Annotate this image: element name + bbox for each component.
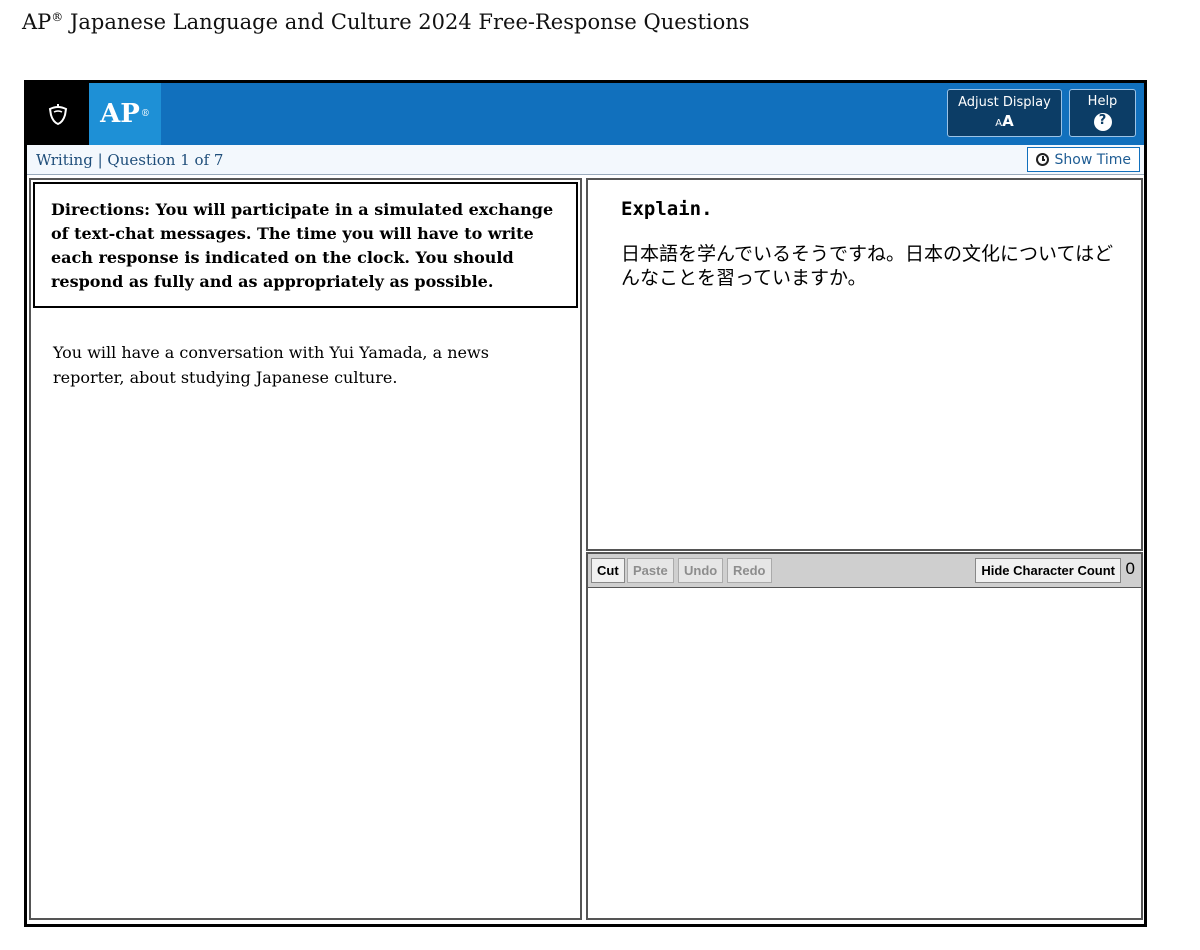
ap-logo-text: AP [100, 99, 140, 129]
adjust-display-label: Adjust Display [958, 95, 1051, 111]
editor-toolbar: Cut Paste Undo Redo Hide Character Count… [586, 552, 1143, 588]
conversation-intro: You will have a conversation with Yui Ya… [53, 343, 489, 387]
registered-mark: ® [51, 10, 64, 24]
question-status-bar: Writing | Question 1 of 7 Show Time [27, 145, 1144, 175]
ap-logo-mark: ® [140, 109, 150, 119]
redo-button[interactable]: Redo [727, 558, 772, 583]
document-title-ap: AP [22, 10, 52, 34]
help-label: Help [1087, 94, 1118, 110]
undo-button[interactable]: Undo [678, 558, 724, 583]
show-time-label: Show Time [1054, 151, 1132, 168]
directions-panel: Directions: You will participate in a si… [29, 178, 582, 920]
cut-button[interactable]: Cut [591, 558, 625, 583]
section-name: Writing [36, 151, 93, 169]
exam-window: AP ® Adjust Display AA Help ? Writing | Q… [24, 80, 1147, 927]
document-title: AP® Japanese Language and Culture 2024 F… [22, 10, 750, 34]
hide-character-count-button[interactable]: Hide Character Count [975, 558, 1121, 583]
text-size-icon: AA [995, 112, 1014, 131]
document-title-text: Japanese Language and Culture 2024 Free-… [63, 10, 750, 34]
prompt-question: 日本語を学んでいるそうですね。日本の文化についてはどんなことを習っていますか。 [621, 243, 1114, 289]
task-label: Explain. [621, 198, 713, 220]
character-count: 0 [1125, 559, 1135, 578]
header-bar: AP ® Adjust Display AA Help ? [27, 83, 1144, 145]
question-progress: Writing | Question 1 of 7 [36, 151, 224, 169]
paste-button[interactable]: Paste [627, 558, 674, 583]
ap-logo: AP ® [89, 83, 161, 145]
prompt-panel: Explain. 日本語を学んでいるそうですね。日本の文化についてはどんなことを… [586, 178, 1143, 551]
clock-icon [1035, 153, 1049, 166]
college-board-logo [27, 83, 89, 145]
response-textarea[interactable] [586, 588, 1143, 920]
question-circle-icon: ? [1093, 112, 1112, 131]
question-number: Question 1 of 7 [107, 151, 224, 169]
show-time-button[interactable]: Show Time [1026, 147, 1140, 172]
directions-text: Directions: You will participate in a si… [33, 182, 578, 308]
acorn-shield-icon [48, 104, 68, 126]
adjust-display-button[interactable]: Adjust Display AA [947, 89, 1062, 137]
help-button[interactable]: Help ? [1069, 89, 1136, 137]
